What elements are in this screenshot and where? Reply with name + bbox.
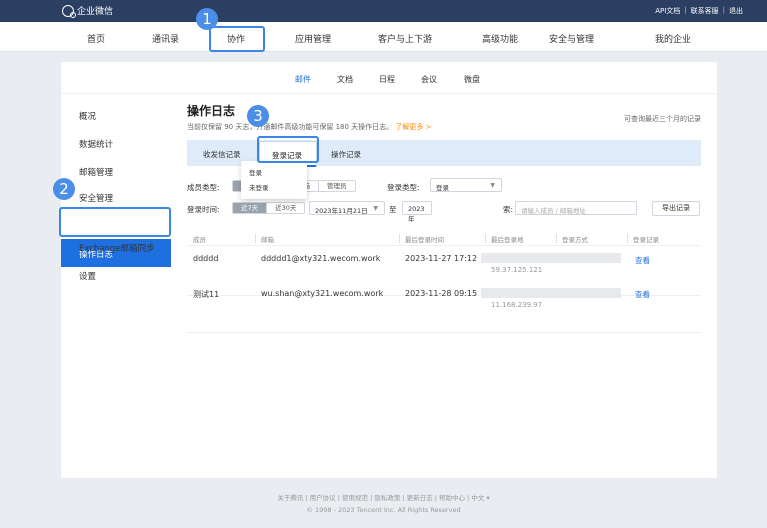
footer-links: 关于腾讯 | 用户协议 | 使用规范 | 隐私政策 | 更新日志 | 帮助中心 …: [277, 494, 490, 502]
highlight-box-operation-log: [59, 207, 171, 237]
nav-contacts[interactable]: 通讯录: [152, 32, 179, 45]
column-separator: [627, 234, 628, 243]
table-header: 成员 邮箱 最后登录时间 最后登录地 登录方式 登录记录: [187, 230, 701, 246]
language-selector[interactable]: 中文 ▾: [471, 494, 489, 502]
sidebar-item-settings[interactable]: 设置: [79, 270, 96, 282]
footer: 关于腾讯 | 用户协议 | 使用规范 | 隐私政策 | 更新日志 | 帮助中心 …: [0, 492, 767, 516]
top-link-separator: |: [722, 6, 725, 14]
column-separator: [399, 234, 400, 243]
logout-link[interactable]: 退出: [729, 6, 743, 16]
redacted-bar: [481, 253, 621, 263]
footer-link-about[interactable]: 关于腾讯: [277, 494, 303, 502]
top-links: API文档 | 联系客服 | 退出: [655, 6, 743, 16]
table-container: 成员 邮箱 最后登录时间 最后登录地 登录方式 登录记录: [187, 32, 703, 416]
row-login-ip: 59.37.125.121: [491, 266, 543, 274]
brand-name: 企业微信: [77, 7, 114, 17]
footer-link-agreement[interactable]: 用户协议: [310, 494, 336, 502]
view-login-records-link[interactable]: 查看: [635, 289, 650, 300]
footer-link-changelog[interactable]: 更新日志: [407, 494, 433, 502]
row-email: ddddd1@xty321.wecom.work: [261, 254, 381, 263]
wecom-logo-icon: [62, 4, 76, 18]
step-badge-2: 2: [53, 178, 75, 200]
sidebar-item-statistics[interactable]: 数据统计: [79, 138, 113, 150]
sidebar-item-exchange-sync[interactable]: Exchange邮箱同步: [79, 242, 155, 254]
top-bar: 企业微信 API文档 | 联系客服 | 退出: [0, 0, 767, 22]
column-separator: [556, 234, 557, 243]
view-login-records-link[interactable]: 查看: [635, 255, 650, 266]
api-docs-link[interactable]: API文档: [655, 6, 680, 16]
col-login-records: 登录记录: [633, 236, 659, 244]
step-badge-3: 3: [247, 105, 269, 127]
footer-link-help[interactable]: 帮助中心: [439, 494, 465, 502]
column-separator: [255, 234, 256, 243]
top-link-separator: |: [684, 6, 687, 14]
row-login-time: 2023-11-28 09:15: [405, 289, 478, 298]
row-email: wu.shan@xty321.wecom.work: [261, 289, 384, 298]
sidebar-item-overview[interactable]: 概况: [79, 110, 96, 122]
column-separator: [485, 234, 486, 243]
col-last-login-location: 最后登录地: [491, 236, 524, 244]
sidebar: 概况 数据统计 邮箱管理 安全管理 操作日志 Exchange邮箱同步 设置: [61, 94, 171, 478]
col-login-method: 登录方式: [562, 236, 588, 244]
contact-support-link[interactable]: 联系客服: [691, 6, 719, 16]
table-row: 测试11 wu.shan@xty321.wecom.work 2023-11-2…: [187, 283, 701, 333]
footer-link-rules[interactable]: 使用规范: [342, 494, 368, 502]
row-member: ddddd: [193, 254, 219, 263]
sidebar-item-mailbox-management[interactable]: 邮箱管理: [79, 166, 113, 178]
row-login-ip: 11.168.239.97: [491, 301, 543, 309]
redacted-bar: [481, 288, 621, 298]
nav-home[interactable]: 首页: [87, 32, 105, 45]
highlight-box-login-records: [257, 136, 319, 163]
row-login-time: 2023-11-27 17:12: [405, 254, 478, 263]
highlight-box-collaboration: [209, 26, 265, 52]
brand-logo[interactable]: 企业微信: [62, 4, 114, 18]
col-email: 邮箱: [261, 236, 274, 244]
col-member: 成员: [193, 236, 206, 244]
copyright: © 1998 - 2023 Tencent Inc. All Rights Re…: [306, 506, 461, 514]
row-member: 测试11: [193, 290, 220, 299]
footer-link-privacy[interactable]: 隐私政策: [374, 494, 400, 502]
col-last-login-time: 最后登录时间: [405, 236, 444, 244]
sidebar-item-security[interactable]: 安全管理: [79, 192, 113, 204]
step-badge-1: 1: [196, 8, 218, 30]
